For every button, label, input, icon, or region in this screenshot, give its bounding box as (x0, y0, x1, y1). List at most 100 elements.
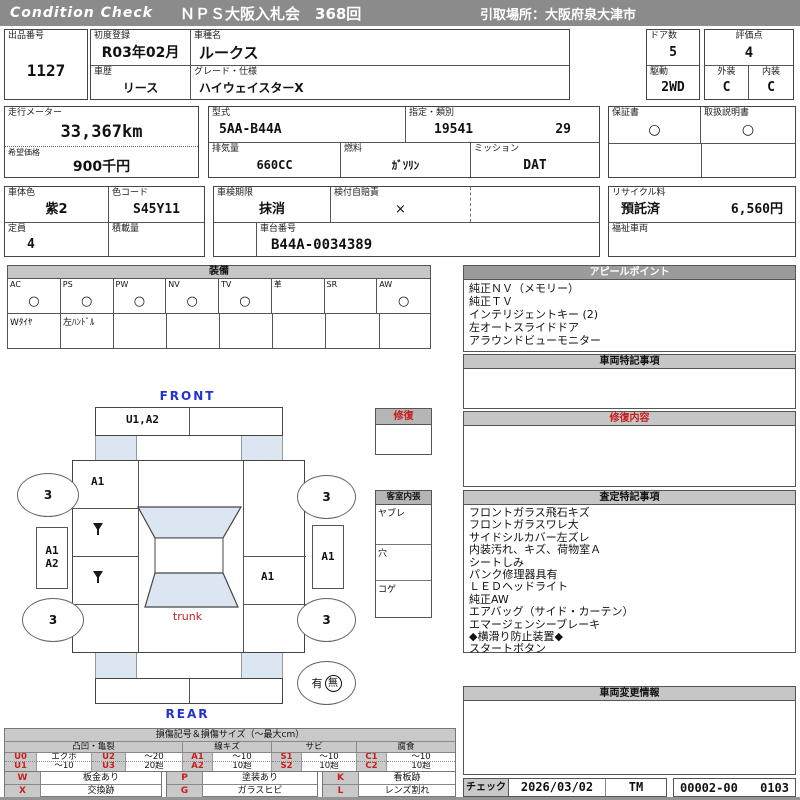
equip-extra-cell: Wﾀｲﾔ (8, 314, 61, 348)
chassis-value: B44A-0034389 (271, 236, 373, 253)
check-label: チェック (464, 779, 509, 796)
front-bumper-divider (189, 408, 190, 435)
repair-content-body (464, 426, 795, 430)
color-code-label: 色コード (112, 188, 149, 198)
assessment-line: スタートボタン (469, 642, 546, 656)
score-value: 4 (744, 44, 754, 61)
change-info-body (464, 701, 795, 705)
equip-code: NV (168, 280, 180, 289)
equip-cell-aw: AW ○ (377, 279, 430, 313)
transmission-value: DAT (523, 157, 547, 173)
brand-logo: Condition Check (10, 5, 153, 21)
equip-code: AW (379, 280, 393, 289)
inspection-label: 車検期限 (217, 188, 254, 198)
inspection-value: 抹消 (258, 202, 285, 218)
recycle-cell: リサイクル料 預託済 6,560円 (609, 187, 795, 223)
circle-mark (325, 290, 377, 313)
sheet-code-box: 00002-00 0103 (673, 778, 796, 797)
grade-cell: グレード・仕様 ハイウェイスターX (191, 66, 569, 99)
legend-group: 線キズ (183, 742, 272, 752)
check-inspector: TM (628, 780, 644, 794)
rear-pillar-right-shade (241, 653, 283, 678)
equip-extra-cell (220, 314, 273, 348)
legend-code: L (323, 785, 359, 797)
legend-desc: ～10 (213, 753, 272, 762)
assessment-section: 査定特記事項 フロントガラス飛石キズ フロントガラスワレ大 サイドシルカバー左ズ… (463, 490, 796, 655)
assessment-list: フロントガラス飛石キズ フロントガラスワレ大 サイドシルカバー左ズレ 内装汚れ、… (464, 505, 795, 658)
model-code-label: 型式 (212, 108, 231, 118)
left-col-line-2 (73, 556, 138, 557)
legend-desc: 看板跡 (393, 773, 421, 783)
rear-bumper (95, 678, 283, 704)
right-col-line-1 (243, 556, 306, 557)
glass-roof-graphic (137, 506, 242, 608)
recycle-label: リサイクル料 (612, 188, 666, 198)
circle-mark: ○ (397, 294, 410, 309)
appeal-line: 左オートスライドドア (469, 321, 579, 334)
equip-code: SR (326, 280, 338, 289)
price-value: 900千円 (72, 158, 131, 175)
appeal-line: 純正ＮＶ（メモリー） (469, 282, 579, 295)
legend-row-1: U0 エクボ U2 ～20 A1 ～10 S1 ～10 C1 ～10 (5, 753, 455, 762)
legend-row-2: U1 ～10 U3 20超 A2 10超 S2 10超 C2 10超 (5, 762, 455, 771)
equip-cell-pw: PW ○ (114, 279, 167, 313)
equip-code: AC (10, 280, 21, 289)
grade-value: ハイウェイスターX (199, 80, 304, 95)
legend-desc: レンズ割れ (384, 786, 430, 796)
documents-empty-cell-1 (609, 144, 702, 177)
equip-cell-sr: SR (325, 279, 378, 313)
appeal-section: アピールポイント 純正ＮＶ（メモリー） 純正ＴＶ インテリジェントキー (2) … (463, 265, 796, 352)
inspection-chassis-box: 車検期限 抹消 検付自賠責 × 車台番号 B44A-0034389 (213, 186, 600, 257)
type-class-values: 19541 29 (406, 119, 599, 142)
equip-cell-tv: TV ○ (219, 279, 272, 313)
appeal-line: 純正ＴＶ (469, 295, 513, 308)
equip-code: PW (115, 280, 129, 289)
equip-code: PS (62, 280, 73, 289)
equip-extra-cell (167, 314, 220, 348)
repair-mini-box: 修復 (375, 408, 432, 455)
first-registration-cell: 初度登録 R03年02月 (91, 30, 191, 65)
equip-extra-cell (273, 314, 326, 348)
drive-value: 2WD (661, 80, 685, 96)
legend-code: X (5, 785, 41, 797)
legend-desc: 10超 (411, 762, 431, 771)
equip-code: 革 (273, 280, 282, 289)
wheel-rear-right: 3 (297, 598, 356, 642)
inspection-cell: 車検期限 抹消 (214, 187, 331, 222)
check-box: チェック 2026/03/02 TM (463, 778, 667, 797)
legend-desc: 塗装あり (241, 773, 278, 783)
legend-code: S2 (272, 762, 302, 771)
price-cell: 希望価格 900千円 (5, 147, 198, 176)
doors-label: ドア数 (650, 31, 678, 41)
legend-group: サビ (272, 742, 357, 752)
legend-code: W (5, 772, 41, 784)
recycle-status: 預託済 (621, 202, 661, 218)
front-bumper: U1,A2 (95, 407, 283, 436)
legend-code: S1 (272, 753, 302, 762)
recycle-values: 預託済 6,560円 (609, 199, 795, 222)
change-info-section: 車両変更情報 (463, 686, 796, 775)
load-value (109, 235, 204, 256)
model-code-value: 5AA-B44A (219, 122, 282, 138)
legend-desc: ～10 (387, 753, 455, 762)
body-color-value: 紫2 (45, 202, 68, 218)
load-cell: 積載量 (109, 223, 204, 256)
roof-shape (154, 537, 224, 574)
chassis-label: 車台番号 (260, 224, 297, 234)
type-class-label: 指定・類別 (409, 108, 455, 118)
right-side-panel-box: A1 (312, 525, 344, 589)
assessment-title: 査定特記事項 (464, 491, 795, 505)
check-date: 2026/03/02 (509, 779, 606, 796)
manual-label: 取扱説明書 (704, 108, 750, 118)
equip-extra-cell (114, 314, 167, 348)
transmission-label: ミッション (474, 144, 520, 154)
assessment-line: ＬＥＤヘッドライト (469, 580, 568, 594)
wheel-front-left: 3 (17, 473, 79, 517)
model-name-cell: 車種名 ルークス (191, 30, 569, 65)
capacity-cell: 定員 4 (5, 223, 109, 256)
legend-desc: ～10 (37, 762, 92, 771)
lot-number-cell: 出品番号 1127 (4, 29, 88, 100)
manual-mark: ○ (741, 122, 755, 139)
equipment-codes-row: AC ○ PS ○ PW ○ NV ○ TV ○ 革 SR AW ○ (8, 279, 430, 314)
windshield-shape (137, 506, 242, 539)
